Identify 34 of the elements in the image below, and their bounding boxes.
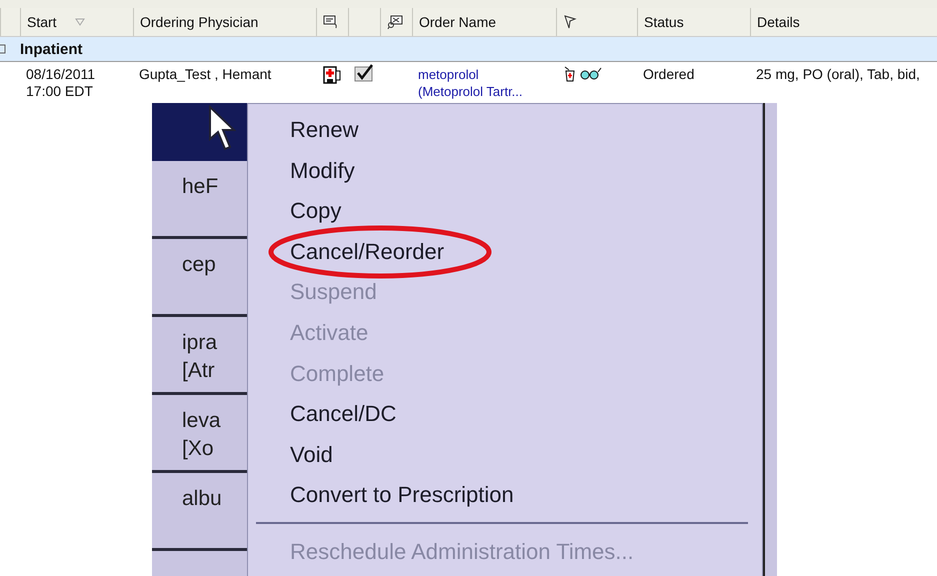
- column-header[interactable]: Details: [757, 14, 800, 30]
- status-text: Ordered: [643, 66, 696, 83]
- order-name-fragment: albu: [182, 486, 223, 512]
- column-header[interactable]: Ordering Physician: [140, 14, 258, 30]
- note-icon[interactable]: [323, 15, 339, 29]
- comment-icon[interactable]: [387, 15, 403, 29]
- checkbox[interactable]: [354, 64, 374, 82]
- start-date: 08/16/2011: [26, 66, 96, 83]
- mouse-cursor-icon: [208, 105, 236, 151]
- physician-name: Gupta_Test , Hemant: [139, 66, 272, 83]
- column-header[interactable]: Status: [644, 14, 684, 30]
- group-label[interactable]: Inpatient: [20, 40, 82, 58]
- order-name-link[interactable]: (Metoprolol Tartr...: [418, 83, 556, 100]
- menu-item[interactable]: Convert to Prescription: [290, 475, 514, 516]
- order-name-fragment: heF: [182, 174, 220, 200]
- details-text: 25 mg, PO (oral), Tab, bid,: [756, 66, 921, 83]
- menu-item[interactable]: Modify: [290, 150, 355, 192]
- menu-item[interactable]: Void: [290, 434, 333, 476]
- order-name-fragment: cep: [182, 252, 217, 278]
- menu-item[interactable]: Cancel/DC: [290, 394, 396, 435]
- menu-item[interactable]: Renew: [290, 110, 358, 151]
- column-header[interactable]: Order Name: [419, 14, 496, 30]
- glasses-icon: [580, 66, 602, 80]
- order-name-fragment: ipra: [182, 330, 218, 356]
- flag-icon[interactable]: [563, 15, 577, 29]
- column-header[interactable]: Start: [27, 14, 57, 30]
- pharmacy-icon: [322, 64, 342, 84]
- start-time: 17:00 EDT: [26, 83, 94, 100]
- menu-item[interactable]: Copy: [290, 191, 342, 232]
- order-name-fragment: [Xo: [182, 436, 215, 462]
- order-name-fragment: [Atr: [182, 358, 216, 384]
- order-name-fragment: leva: [182, 408, 222, 434]
- order-name-link[interactable]: metoprolol: [418, 66, 556, 83]
- collapse-icon[interactable]: [0, 44, 6, 54]
